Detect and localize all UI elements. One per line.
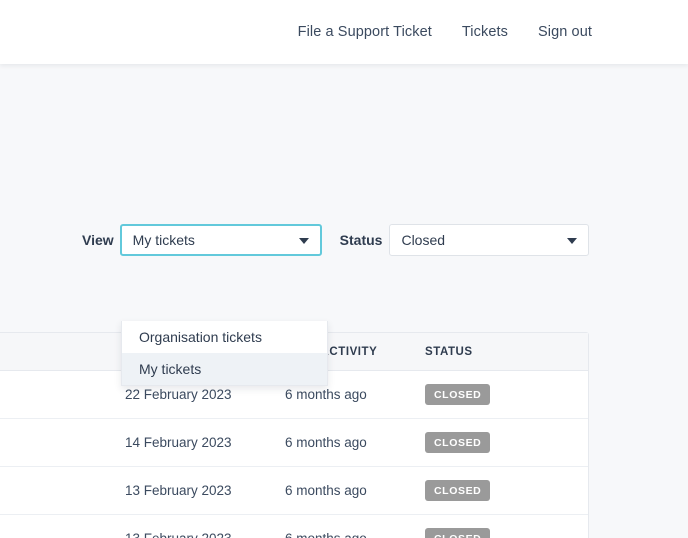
table-row[interactable]: 13 February 2023 6 months ago CLOSED bbox=[0, 515, 588, 538]
table-row[interactable]: wanie 13 February 2023 6 months ago CLOS… bbox=[0, 467, 588, 515]
view-dropdown-menu: Organisation tickets My tickets bbox=[121, 321, 328, 386]
table-header-status: STATUS bbox=[425, 345, 473, 358]
ticket-status-cell: CLOSED bbox=[425, 480, 585, 501]
ticket-date: 22 February 2023 bbox=[125, 387, 232, 402]
page-body: View My tickets Status Closed LAST ACTIV… bbox=[0, 64, 688, 538]
status-badge: CLOSED bbox=[425, 528, 491, 538]
status-badge: CLOSED bbox=[425, 384, 491, 405]
ticket-subject-cell: wanie bbox=[0, 482, 125, 500]
ticket-last-activity: 6 months ago bbox=[285, 387, 367, 402]
site-header: File a Support Ticket Tickets Sign out bbox=[0, 0, 688, 64]
nav-sign-out[interactable]: Sign out bbox=[538, 24, 592, 40]
view-select[interactable]: My tickets bbox=[119, 224, 322, 256]
chevron-down-icon bbox=[298, 238, 309, 244]
header-nav: File a Support Ticket Tickets Sign out bbox=[298, 0, 688, 64]
ticket-date: 14 February 2023 bbox=[125, 435, 232, 450]
status-badge: CLOSED bbox=[425, 432, 491, 453]
dropdown-option-my-tickets[interactable]: My tickets bbox=[122, 353, 327, 385]
ticket-date: 13 February 2023 bbox=[125, 483, 232, 498]
dropdown-option-organisation-tickets[interactable]: Organisation tickets bbox=[122, 321, 327, 353]
status-badge: CLOSED bbox=[425, 480, 491, 501]
nav-tickets[interactable]: Tickets bbox=[462, 24, 508, 40]
view-filter-label: View bbox=[82, 232, 114, 248]
ticket-status-cell: CLOSED bbox=[425, 432, 585, 453]
nav-file-support-ticket[interactable]: File a Support Ticket bbox=[298, 24, 432, 40]
status-filter-label: Status bbox=[339, 232, 383, 248]
ticket-status-cell: CLOSED bbox=[425, 528, 585, 538]
ticket-last-activity: 6 months ago bbox=[285, 435, 367, 450]
ticket-date: 13 February 2023 bbox=[125, 531, 285, 538]
ticket-last-activity: 6 months ago bbox=[285, 531, 425, 538]
status-select-value: Closed bbox=[401, 232, 446, 248]
status-select[interactable]: Closed bbox=[389, 224, 590, 256]
ticket-status-cell: CLOSED bbox=[425, 384, 585, 405]
table-row[interactable]: 14 February 2023 6 months ago CLOSED bbox=[0, 419, 588, 467]
chevron-down-icon bbox=[567, 238, 578, 244]
filter-bar: View My tickets Status Closed bbox=[0, 221, 688, 259]
view-select-value: My tickets bbox=[132, 232, 195, 248]
ticket-last-activity: 6 months ago bbox=[285, 483, 367, 498]
